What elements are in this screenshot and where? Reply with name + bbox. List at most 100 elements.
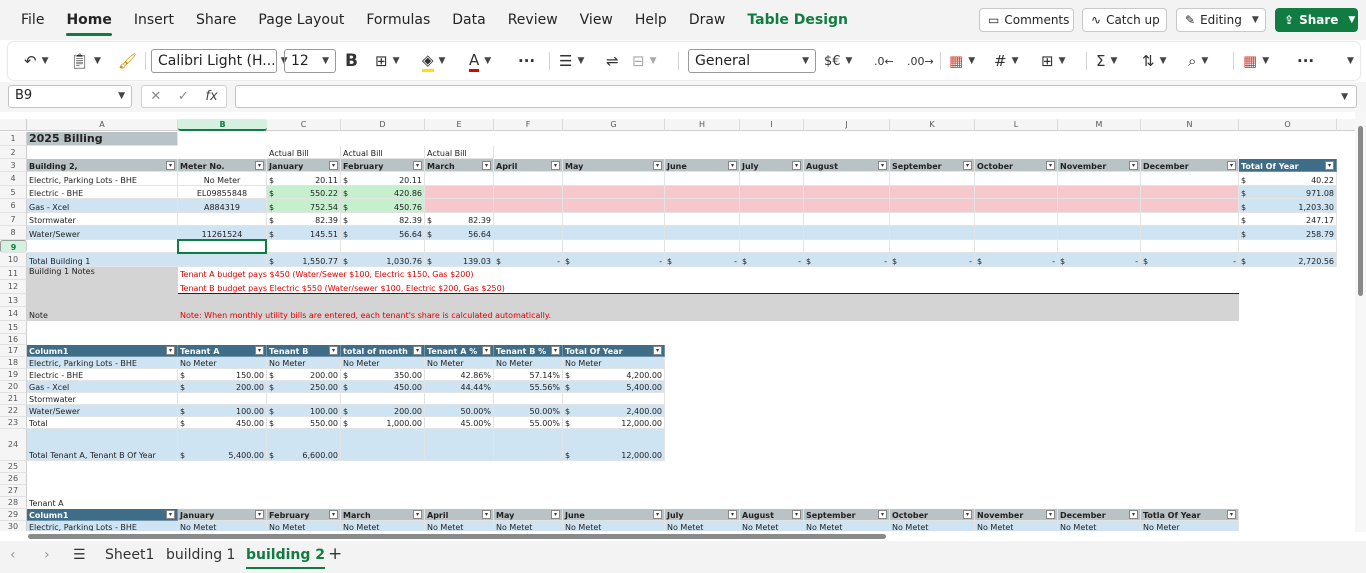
filter-dropdown-icon[interactable]: ▾ xyxy=(1046,510,1055,519)
expand-ribbon-button[interactable]: ▼ xyxy=(1342,49,1354,73)
autosum-button[interactable]: Σ ▼ xyxy=(1096,49,1117,73)
table-header-cell[interactable]: September ▾ xyxy=(890,159,975,172)
tenant-table-header[interactable]: Total Of Year ▾ xyxy=(563,345,665,357)
tenant-a-cell[interactable]: $200.00 xyxy=(178,381,267,393)
function-label[interactable]: fx xyxy=(205,89,217,104)
empty-cell[interactable] xyxy=(425,240,494,253)
month-cell[interactable] xyxy=(804,186,890,199)
month-cell[interactable] xyxy=(563,172,665,186)
tenant-a-row-cell[interactable]: No Metet xyxy=(1058,521,1141,531)
empty-cell[interactable] xyxy=(1141,240,1239,253)
month-cell[interactable] xyxy=(665,186,740,199)
total-tenant-b[interactable]: $6,600.00 xyxy=(267,429,341,461)
tab-share[interactable]: Share xyxy=(185,0,247,40)
month-cell[interactable] xyxy=(1058,226,1141,240)
table-header-cell[interactable]: Meter No. ▾ xyxy=(178,159,267,172)
tab-file[interactable]: File xyxy=(10,0,55,40)
total-of-year-cell[interactable]: $4,200.00 xyxy=(563,369,665,381)
filter-dropdown-icon[interactable]: ▾ xyxy=(255,161,264,170)
month-cell[interactable] xyxy=(740,186,804,199)
total-month[interactable]: $ - xyxy=(1141,253,1239,267)
row-header-24[interactable]: 24 xyxy=(0,429,27,461)
table-header-cell[interactable]: January ▾ xyxy=(267,159,341,172)
tenant-a-header[interactable]: Totla Of Year ▾ xyxy=(1141,509,1239,521)
align-button[interactable]: ☰ ▼ xyxy=(559,49,584,73)
month-cell[interactable] xyxy=(1141,172,1239,186)
total-january[interactable]: $1,550.77 xyxy=(267,253,341,267)
row-header-18[interactable]: 18 xyxy=(0,357,27,369)
tab-draw[interactable]: Draw xyxy=(678,0,737,40)
filter-dropdown-icon[interactable]: ▾ xyxy=(482,346,491,355)
tenant-a-header[interactable]: July ▾ xyxy=(665,509,740,521)
month-cell[interactable] xyxy=(494,172,563,186)
month-cell[interactable] xyxy=(804,199,890,213)
row-label-cell[interactable]: Gas - Xcel xyxy=(27,199,178,213)
total-of-year-cell[interactable]: $1,203.30 xyxy=(1239,199,1337,213)
table-header-cell[interactable]: June ▾ xyxy=(665,159,740,172)
total-of-year-cell[interactable]: $5,400.00 xyxy=(563,381,665,393)
tenant-a-row-cell[interactable]: Electric, Parking Lots - BHE xyxy=(27,521,178,531)
filter-dropdown-icon[interactable]: ▾ xyxy=(963,510,972,519)
empty-cell[interactable] xyxy=(341,429,425,461)
filter-dropdown-icon[interactable]: ▾ xyxy=(413,161,422,170)
sheet-tab-sheet1[interactable]: Sheet1 xyxy=(105,547,154,563)
tenant-a-percent[interactable]: 45.00% xyxy=(425,417,494,429)
filter-dropdown-icon[interactable]: ▾ xyxy=(878,510,887,519)
automatic-share-note[interactable]: Note: When monthly utility bills are ent… xyxy=(178,307,804,321)
row-label-cell[interactable]: Electric - BHE xyxy=(27,186,178,199)
sheet-tab-building-1[interactable]: building 1 xyxy=(166,547,235,563)
conditional-format-button[interactable]: ⊞ ▼ xyxy=(1041,49,1066,73)
column-header-e[interactable]: E xyxy=(425,119,494,131)
font-color-button[interactable]: A ▼ xyxy=(469,49,491,73)
row-header-11[interactable]: 11 xyxy=(0,267,27,280)
row-header-28[interactable]: 28 xyxy=(0,497,27,509)
font-name-select[interactable]: Calibri Light (H... ▼ xyxy=(151,49,288,73)
row-header-4[interactable]: 4 xyxy=(0,172,27,186)
tenant-a-row-cell[interactable]: No Metet xyxy=(975,521,1058,531)
row-header-15[interactable]: 15 xyxy=(0,321,27,334)
month-cell[interactable] xyxy=(740,226,804,240)
row-label-cell[interactable]: Electric, Parking Lots - BHE xyxy=(27,172,178,186)
tab-insert[interactable]: Insert xyxy=(123,0,185,40)
total-of-month-cell[interactable]: $200.00 xyxy=(341,405,425,417)
filter-dropdown-icon[interactable]: ▾ xyxy=(255,510,264,519)
tenant-a-row-cell[interactable]: No Metet xyxy=(890,521,975,531)
tenant-empty-cell[interactable] xyxy=(341,393,425,405)
month-cell[interactable] xyxy=(665,213,740,226)
format-painter-button[interactable]: 🖌︎ xyxy=(118,49,137,73)
tenant-a-cell[interactable]: $150.00 xyxy=(178,369,267,381)
borders-button[interactable]: ⊞ ▼ xyxy=(375,49,400,73)
total-of-year-cell[interactable]: $40.22 xyxy=(1239,172,1337,186)
tenant-row-label[interactable]: Stormwater xyxy=(27,393,178,405)
cancel-icon[interactable]: ✕ xyxy=(150,89,161,104)
tenant-b-note[interactable]: Tenant B budget pays Electric $550 (Wate… xyxy=(178,280,665,294)
table-header-cell[interactable]: October ▾ xyxy=(975,159,1058,172)
row-header-10[interactable]: 10 xyxy=(0,253,27,267)
row-header-8[interactable]: 8 xyxy=(0,226,27,240)
month-cell[interactable] xyxy=(1058,186,1141,199)
tenant-a-row-cell[interactable]: No Metet xyxy=(563,521,665,531)
month-cell[interactable] xyxy=(740,213,804,226)
next-sheet-icon[interactable]: › xyxy=(44,547,50,563)
filter-dropdown-icon[interactable]: ▾ xyxy=(166,161,175,170)
increase-decimal-button[interactable]: .00→ xyxy=(907,49,934,73)
row-header-20[interactable]: 20 xyxy=(0,381,27,393)
tenant-a-row-cell[interactable]: No Metet xyxy=(341,521,425,531)
row-header-9[interactable]: 9 xyxy=(0,240,27,253)
tenant-table-header[interactable]: Tenant B ▾ xyxy=(267,345,341,357)
tenant-a-header[interactable]: April ▾ xyxy=(425,509,494,521)
month-cell[interactable] xyxy=(975,213,1058,226)
sort-filter-button[interactable]: ⇅ ▼ xyxy=(1142,49,1167,73)
month-cell[interactable] xyxy=(563,199,665,213)
tenant-table-header[interactable]: total of month ▾ xyxy=(341,345,425,357)
tenant-a-row-cell[interactable]: No Metet xyxy=(665,521,740,531)
total-month[interactable]: $ - xyxy=(804,253,890,267)
tenant-a-note[interactable]: Tenant A budget pays $450 (Water/Sewer $… xyxy=(178,267,665,280)
tenant-b-percent[interactable]: 50.00% xyxy=(494,405,563,417)
meter-cell[interactable]: 11261524 xyxy=(178,226,267,240)
month-cell[interactable] xyxy=(1141,226,1239,240)
prev-sheet-icon[interactable]: ‹ xyxy=(10,547,16,563)
month-cell[interactable] xyxy=(740,172,804,186)
tenant-b-percent[interactable]: 55.00% xyxy=(494,417,563,429)
row-header-3[interactable]: 3 xyxy=(0,159,27,172)
